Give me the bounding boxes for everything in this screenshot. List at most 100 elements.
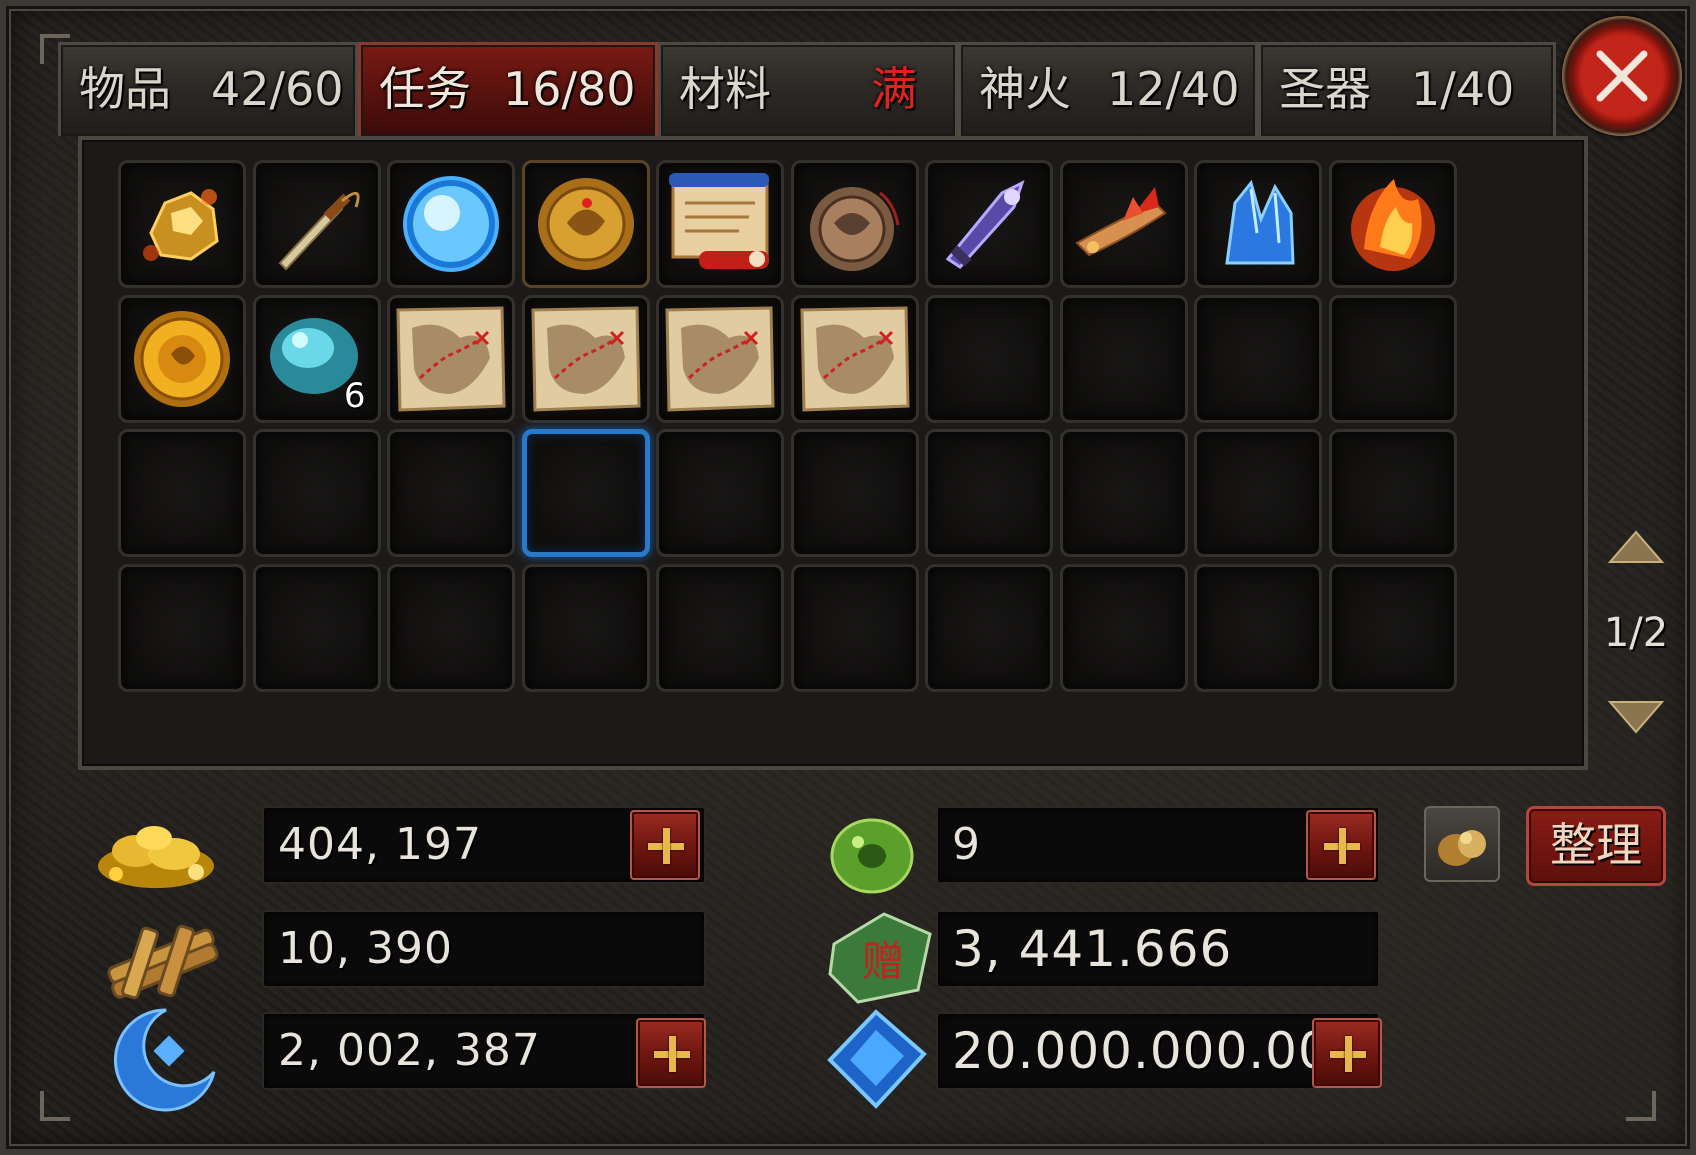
inventory-slot[interactable] <box>656 294 784 423</box>
inventory-slot[interactable] <box>521 160 650 288</box>
inventory-slot[interactable] <box>925 160 1053 288</box>
inventory-slot[interactable] <box>1328 563 1457 692</box>
inventory-slot[interactable] <box>1059 429 1188 557</box>
tab-count: 1/40 <box>1411 62 1515 116</box>
inventory-slot[interactable] <box>1059 563 1188 692</box>
close-button[interactable] <box>1562 16 1682 136</box>
sort-button[interactable]: 整理 <box>1526 806 1666 886</box>
tab-label: 材料 <box>679 62 771 116</box>
pouch-icon <box>1438 830 1486 866</box>
item-quantity: 6 <box>343 375 366 416</box>
inventory-slot[interactable] <box>1059 294 1188 423</box>
inventory-grid: 6 <box>78 136 1588 770</box>
page-down-button[interactable] <box>1606 696 1666 736</box>
bronze-pendant-icon <box>809 187 899 271</box>
gold-ore-icon <box>143 189 219 261</box>
inventory-slot[interactable] <box>118 160 246 288</box>
inventory-slot[interactable] <box>1328 160 1457 288</box>
add-jade-button[interactable] <box>1306 810 1376 880</box>
blue-crystal-icon <box>1225 179 1295 265</box>
inventory-slot[interactable] <box>252 160 381 288</box>
page-indicator: 1/2 <box>1603 610 1669 656</box>
corner-ornament <box>40 1091 70 1121</box>
fire-stone-icon <box>1350 179 1435 271</box>
green-jade-icon <box>830 818 914 894</box>
crescent-moon-icon <box>113 1008 216 1112</box>
inventory-slot[interactable] <box>387 294 515 423</box>
tab-divine-fire[interactable]: 神火 12/40 <box>958 42 1258 136</box>
moon-value: 2, 002, 387 <box>278 1025 541 1076</box>
add-gold-button[interactable] <box>630 810 700 880</box>
tab-bar: 物品 42/60 任务 16/80 材料 满 神火 12/40 圣器 1/40 <box>58 42 1556 136</box>
tab-label: 神火 <box>979 62 1071 116</box>
inventory-slot[interactable] <box>387 429 515 557</box>
scroll-icon <box>669 173 769 269</box>
gift-token-icon: 赠 <box>828 912 932 1004</box>
inventory-slot[interactable] <box>790 160 919 288</box>
corner-ornament <box>1626 1091 1656 1121</box>
inventory-slot[interactable] <box>521 563 650 692</box>
inventory-slot[interactable] <box>1194 294 1322 423</box>
inventory-slot[interactable]: 6 <box>252 294 381 423</box>
tab-label: 任务 <box>379 62 471 116</box>
tab-quest[interactable]: 任务 16/80 <box>358 42 658 136</box>
gold-medallion-icon <box>537 178 634 270</box>
tab-full-indicator: 满 <box>871 62 917 116</box>
gold-coin-icon <box>134 310 230 407</box>
inventory-slot[interactable] <box>1328 429 1457 557</box>
tab-count: 12/40 <box>1107 62 1240 116</box>
add-moon-button[interactable] <box>636 1018 706 1088</box>
blue-diamond-icon <box>827 1009 927 1109</box>
inventory-slot[interactable] <box>790 294 919 423</box>
diamond-value: 20.000.000.00 <box>952 1022 1331 1080</box>
feathered-fan-icon <box>1074 187 1167 257</box>
inventory-slot[interactable] <box>1194 160 1322 288</box>
gold-pile-icon <box>98 826 214 888</box>
inventory-slot[interactable] <box>656 563 784 692</box>
tab-count: 16/80 <box>503 62 636 116</box>
inventory-slot[interactable] <box>387 563 515 692</box>
inventory-slot[interactable] <box>656 160 784 288</box>
inventory-panel: 物品 42/60 任务 16/80 材料 满 神火 12/40 圣器 1/40 … <box>0 0 1696 1155</box>
treasure-map-icon <box>799 305 910 412</box>
wood-field: 10, 390 <box>262 910 706 988</box>
blue-orb-icon <box>403 176 499 272</box>
wood-value: 10, 390 <box>278 923 453 974</box>
inventory-slot[interactable] <box>252 563 381 692</box>
inventory-slot[interactable] <box>118 429 246 557</box>
gift-value: 3, 441.666 <box>952 920 1233 978</box>
treasure-map-icon <box>665 305 775 412</box>
treasure-map-icon <box>530 305 641 412</box>
inventory-slot[interactable] <box>790 563 919 692</box>
tab-items[interactable]: 物品 42/60 <box>58 42 358 136</box>
inventory-slot[interactable] <box>790 429 919 557</box>
jade-value: 9 <box>952 819 981 870</box>
inventory-slot[interactable] <box>925 294 1053 423</box>
svg-text:赠: 赠 <box>862 937 904 986</box>
inventory-slot[interactable] <box>656 429 784 557</box>
inventory-slot[interactable] <box>925 429 1053 557</box>
bag-button[interactable] <box>1424 806 1500 882</box>
tab-label: 圣器 <box>1279 62 1371 116</box>
tab-materials[interactable]: 材料 满 <box>658 42 958 136</box>
inventory-slot[interactable] <box>1194 563 1322 692</box>
inventory-slot[interactable] <box>252 429 381 557</box>
inventory-slot[interactable] <box>118 294 246 423</box>
inventory-slot[interactable] <box>1328 294 1457 423</box>
wood-bundle-icon <box>107 924 219 1000</box>
inventory-slot[interactable] <box>521 294 650 423</box>
purple-blade-icon <box>945 180 1025 269</box>
tab-count: 42/60 <box>211 62 344 116</box>
gold-value: 404, 197 <box>278 819 482 870</box>
inventory-slot[interactable] <box>1059 160 1188 288</box>
inventory-slot[interactable] <box>118 563 246 692</box>
inventory-slot[interactable] <box>521 429 650 557</box>
treasure-map-icon <box>396 305 506 412</box>
dagger-icon <box>278 191 360 271</box>
tab-artifact[interactable]: 圣器 1/40 <box>1258 42 1556 136</box>
page-up-button[interactable] <box>1606 528 1666 568</box>
inventory-slot[interactable] <box>387 160 515 288</box>
inventory-slot[interactable] <box>1194 429 1322 557</box>
inventory-slot[interactable] <box>925 563 1053 692</box>
add-diamond-button[interactable] <box>1312 1018 1382 1088</box>
